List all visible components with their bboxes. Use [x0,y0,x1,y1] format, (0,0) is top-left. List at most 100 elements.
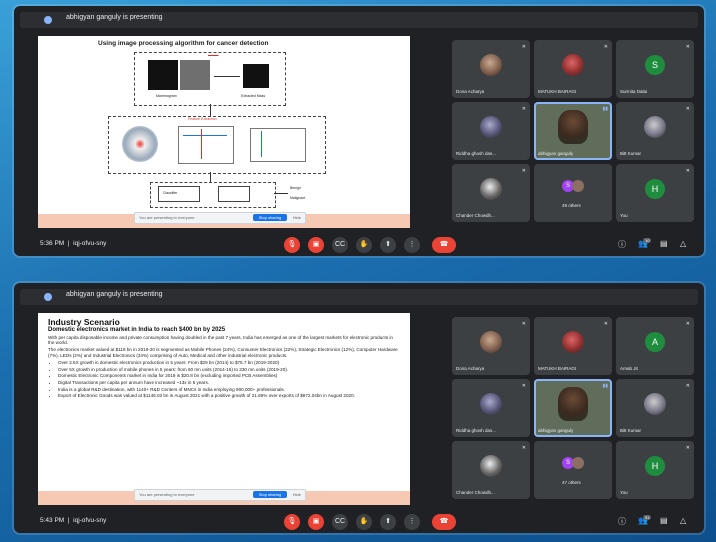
arrow-line [210,172,211,182]
mic-off-icon: ✕ [685,445,690,451]
meeting-time-and-code: 5:43 PM | iqj-ofvu-sny [40,517,107,524]
participant-grid: ✕ Dona Acharya ✕ MATUKH BAIRAGI ✕ A Arna… [452,317,694,503]
camera-off-icon[interactable]: ▣ [308,237,324,253]
mammogram-image-2 [180,60,210,90]
polar-plot-image [122,126,158,162]
presenter-video [558,387,588,421]
others-count: 49 others [562,203,581,208]
hide-button[interactable]: Hide [293,215,301,220]
participant-tile[interactable]: ✕ Riddha ghosh das... [452,102,530,160]
participant-name: Surmita Dalai [620,89,648,94]
mic-off-icon: ✕ [521,44,526,50]
self-tile[interactable]: ✕ H You [616,164,694,222]
avatar [480,54,502,76]
participant-tile[interactable]: ✕ MATUKH BAIRAGI [534,40,612,98]
presenter-video [558,110,588,144]
people-icon[interactable]: 👥 51 [638,515,652,525]
meet-window-1: abhigyan ganguly is presenting Using ima… [14,6,704,256]
presenting-text: abhigyan ganguly is presenting [66,291,163,298]
avatar [480,331,502,353]
info-icon[interactable]: ⓘ [618,239,626,250]
participant-tile[interactable]: ✕ Dona Acharya [452,317,530,375]
hide-button[interactable]: Hide [293,492,301,497]
mic-off-icon: ✕ [521,106,526,112]
speaking-icon: ▮▮ [602,383,608,389]
participant-name: Dona Acharya [456,89,485,94]
end-call-icon[interactable]: ☎ [432,514,456,530]
participant-tile[interactable]: ✕ MATUKH BAIRAGI [534,317,612,375]
people-icon[interactable]: 👥 10 [638,238,652,248]
participant-tile[interactable]: ✕ A Arnab Jit [616,317,694,375]
mic-off-icon: ✕ [603,321,608,327]
stop-sharing-button[interactable]: Stop sharing [253,214,287,221]
activities-icon[interactable]: △ [680,516,686,525]
captions-icon[interactable]: CC [332,514,348,530]
participant-tile[interactable]: ✕ Bitt Kumar [616,102,694,160]
participant-tile[interactable]: ✕ Bitt Kumar [616,379,694,437]
label-mammogram: Mammogram [156,94,177,98]
participant-tile[interactable]: ✕ Riddha ghosh das... [452,379,530,437]
share-notice: You are presenting to everyone Stop shar… [134,212,306,224]
chat-icon[interactable]: ▤ [660,516,668,525]
mic-off-icon: ✕ [685,44,690,50]
avatar: H [645,179,665,199]
slide-subtitle: Domestic electronics market in India to … [48,327,226,333]
mic-off-icon[interactable]: 🎙 [284,237,300,253]
activities-icon[interactable]: △ [680,239,686,248]
participant-grid: ✕ Dona Acharya ✕ MATUKH BAIRAGI ✕ S Surm… [452,40,694,226]
mic-off-icon: ✕ [521,445,526,451]
participant-tile[interactable]: ✕ Dona Acharya [452,40,530,98]
bullet-item: Domestic Electronic Components market in… [58,373,400,378]
slide-bullets: Over 2.5X growth in domestic electronics… [48,360,400,399]
mic-off-icon: ✕ [603,44,608,50]
slide-body: With per capita disposable income and pr… [48,335,400,400]
raise-hand-icon[interactable]: ✋ [356,514,372,530]
bullet-item: India is a global R&D destination, with … [58,387,400,392]
others-tile[interactable]: S 47 others [534,441,612,499]
presenter-tile[interactable]: ▮▮ abhigyan ganguly [534,102,612,160]
avatar [644,116,666,138]
shared-slide: Using image processing algorithm for can… [38,36,410,228]
label-malignant: Malignant [290,196,306,200]
label-extracted-mass: Extracted Mass [241,94,266,98]
presenter-tile[interactable]: ▮▮ abhigyan ganguly [534,379,612,437]
chat-icon[interactable]: ▤ [660,239,668,248]
info-icon[interactable]: ⓘ [618,516,626,527]
mic-off-icon: ✕ [685,383,690,389]
step-label: ▬▬▬ [208,53,219,57]
arrow-line [210,104,211,116]
arrow-line [214,76,240,77]
avatar [562,54,584,76]
more-vertical-icon[interactable]: ⋮ [404,237,420,253]
present-icon[interactable]: ⬆ [380,514,396,530]
participant-count-badge: 10 [643,238,652,243]
participant-name: Riddha ghosh das... [456,428,497,433]
camera-off-icon[interactable]: ▣ [308,514,324,530]
participant-name: You [620,213,628,218]
presenting-indicator-icon [44,293,52,301]
bullet-item: Export of Electronic Goods was valued at… [58,393,400,398]
presenting-text: abhigyan ganguly is presenting [66,14,163,21]
control-bar: 5:43 PM | iqj-ofvu-sny 🎙 ▣ CC ✋ ⬆ ⋮ ☎ ⓘ … [14,511,704,533]
classifier-block: Classifier [158,186,200,202]
meeting-time-and-code: 5:36 PM | iqj-ofvu-sny [40,240,107,247]
more-vertical-icon[interactable]: ⋮ [404,514,420,530]
present-icon[interactable]: ⬆ [380,237,396,253]
avatar [480,393,502,415]
participant-tile[interactable]: ✕ Chander Chowdh... [452,441,530,499]
participant-name: MATUKH BAIRAGI [538,89,577,94]
end-call-icon[interactable]: ☎ [432,237,456,253]
participant-tile[interactable]: ✕ Chander Chowdh... [452,164,530,222]
others-tile[interactable]: S 49 others [534,164,612,222]
captions-icon[interactable]: CC [332,237,348,253]
mic-off-icon: ✕ [521,168,526,174]
participant-name: Arnab Jit [620,366,638,371]
self-tile[interactable]: ✕ H You [616,441,694,499]
mic-off-icon[interactable]: 🎙 [284,514,300,530]
participant-tile[interactable]: ✕ S Surmita Dalai [616,40,694,98]
participant-name: Chander Chowdh... [456,213,495,218]
control-bar: 5:36 PM | iqj-ofvu-sny 🎙 ▣ CC ✋ ⬆ ⋮ ☎ ⓘ … [14,234,704,256]
raise-hand-icon[interactable]: ✋ [356,237,372,253]
mic-off-icon: ✕ [521,383,526,389]
stop-sharing-button[interactable]: Stop sharing [253,491,287,498]
